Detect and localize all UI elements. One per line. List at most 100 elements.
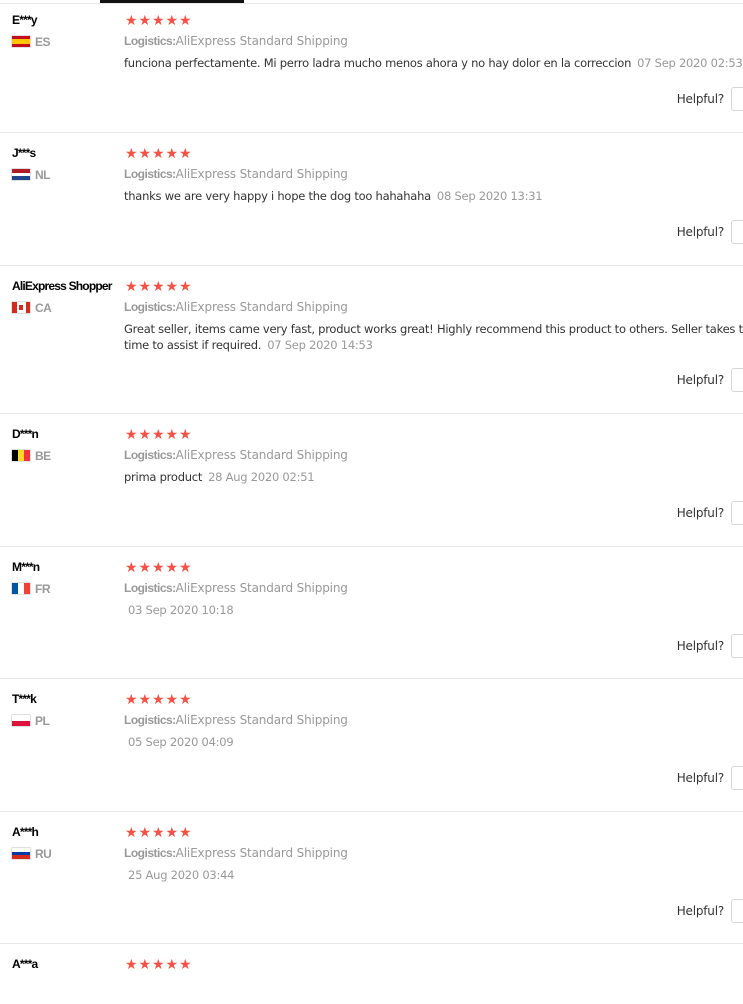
- star-rating: ★ ★ ★ ★ ★: [125, 426, 743, 444]
- star-icon: ★: [138, 279, 152, 295]
- reviewer-info: A***h RU: [12, 824, 127, 861]
- star-icon: ★: [165, 279, 179, 295]
- logistics-label: Logistics:: [124, 581, 176, 595]
- star-rating: ★ ★ ★ ★ ★: [125, 691, 743, 709]
- review-content: ★ ★ ★ ★ ★ Logistics:AliExpress Standard Shipp…: [124, 426, 743, 485]
- helpful-label: Helpful?: [676, 639, 724, 653]
- reviewer-name: A***a: [12, 957, 38, 971]
- reviewer-country: CA: [12, 300, 127, 315]
- review-date: 07 Sep 2020 14:53: [267, 338, 373, 352]
- helpful-label: Helpful?: [676, 373, 724, 387]
- helpful-yes-button[interactable]: [731, 899, 743, 923]
- helpful-section: Helpful?: [677, 634, 743, 658]
- star-icon: ★: [125, 13, 138, 29]
- helpful-yes-button[interactable]: [731, 766, 743, 790]
- star-rating: ★ ★ ★ ★ ★: [125, 559, 743, 577]
- star-icon: ★: [179, 279, 192, 295]
- review-date: 25 Aug 2020 03:44: [128, 868, 235, 882]
- star-icon: ★: [179, 13, 192, 29]
- country-flag-icon: [12, 302, 30, 313]
- country-flag-icon: [12, 715, 30, 726]
- country-code: ES: [35, 34, 51, 49]
- review-content: ★ ★ ★ ★ ★ Logistics:AliExpress Standard Shipp…: [124, 824, 743, 883]
- country-flag-icon: [12, 583, 30, 594]
- helpful-yes-button[interactable]: [731, 368, 743, 392]
- star-icon: ★: [138, 146, 152, 162]
- country-flag-icon: [12, 169, 30, 180]
- star-icon: ★: [138, 692, 152, 708]
- star-icon: ★: [125, 825, 138, 841]
- review-content: ★ ★ ★ ★ ★ Logistics:AliExpress Standard Shipp…: [124, 278, 743, 353]
- helpful-section: Helpful?: [677, 766, 743, 790]
- country-code: PL: [35, 713, 50, 728]
- helpful-label: Helpful?: [676, 506, 724, 520]
- helpful-section: Helpful?: [677, 87, 743, 111]
- country-code: BE: [35, 448, 51, 463]
- review-item: A***h RU ★ ★ ★ ★ ★ Logistics:AliExpress Standar…: [0, 812, 743, 944]
- reviewer-name: M***n: [12, 560, 40, 574]
- logistics-value: AliExpress Standard Shipping: [175, 34, 348, 48]
- logistics-label: Logistics:: [124, 167, 176, 181]
- star-rating: ★ ★ ★ ★ ★: [125, 278, 743, 296]
- helpful-yes-button[interactable]: [731, 634, 743, 658]
- logistics-label: Logistics:: [124, 713, 176, 727]
- reviewer-country: NL: [12, 168, 127, 182]
- star-icon: ★: [152, 825, 165, 841]
- review-text: Great seller, items came very fast, prod…: [124, 321, 743, 353]
- review-content: ★ ★ ★ ★ ★ Logistics:AliExpress Standard Shipp…: [124, 145, 743, 204]
- star-icon: ★: [152, 957, 165, 973]
- maple-leaf-icon: [19, 305, 23, 310]
- star-icon: ★: [125, 560, 138, 576]
- review-text: thanks we are very happy i hope the dog …: [124, 188, 743, 204]
- review-list: E***y ES ★ ★ ★ ★ ★ Logistics:AliExpress Standar…: [0, 0, 743, 1004]
- review-item: T***k PL ★ ★ ★ ★ ★ Logistics:AliExpress Standar…: [0, 679, 743, 812]
- helpful-section: Helpful?: [677, 899, 743, 923]
- reviewer-name: E***y: [12, 13, 38, 27]
- reviewer-country: FR: [12, 582, 127, 596]
- review-feedback: Great seller, items came very fast, prod…: [124, 322, 743, 352]
- star-icon: ★: [125, 692, 138, 708]
- reviewer-country: RU: [12, 847, 127, 861]
- review-feedback: prima product: [124, 470, 203, 484]
- logistics-value: AliExpress Standard Shipping: [175, 581, 348, 595]
- review-text: prima product 28 Aug 2020 02:51: [124, 469, 743, 485]
- reviewer-info: D***n BE: [12, 426, 127, 463]
- star-rating: ★ ★ ★ ★ ★: [125, 12, 743, 30]
- star-icon: ★: [138, 13, 152, 29]
- helpful-yes-button[interactable]: [731, 501, 743, 525]
- review-date: 05 Sep 2020 04:09: [128, 735, 234, 749]
- reviewer-info: E***y ES: [12, 12, 127, 49]
- reviewer-info: A***a: [12, 956, 127, 972]
- flag-band: [12, 855, 30, 859]
- reviewer-name: A***h: [12, 825, 39, 839]
- star-icon: ★: [165, 560, 179, 576]
- reviewer-info: AliExpress Shopper CA: [12, 278, 127, 315]
- review-date: 03 Sep 2020 10:18: [128, 603, 234, 617]
- logistics-value: AliExpress Standard Shipping: [175, 300, 348, 314]
- logistics-value: AliExpress Standard Shipping: [175, 448, 348, 462]
- star-icon: ★: [152, 279, 165, 295]
- logistics-info: Logistics:AliExpress Standard Shipping: [124, 33, 743, 49]
- flag-band: [24, 583, 30, 594]
- star-icon: ★: [152, 692, 165, 708]
- star-rating: ★ ★ ★ ★ ★: [125, 824, 743, 842]
- logistics-info: Logistics:AliExpress Standard Shipping: [124, 166, 743, 182]
- star-icon: ★: [152, 427, 165, 443]
- star-icon: ★: [165, 957, 179, 973]
- country-flag-icon: [12, 450, 30, 461]
- helpful-yes-button[interactable]: [731, 220, 743, 244]
- logistics-value: AliExpress Standard Shipping: [175, 713, 348, 727]
- star-rating: ★ ★ ★ ★ ★: [125, 956, 743, 974]
- star-icon: ★: [125, 279, 138, 295]
- review-text: 03 Sep 2020 10:18: [124, 602, 743, 618]
- helpful-yes-button[interactable]: [731, 87, 743, 111]
- review-date: 08 Sep 2020 13:31: [436, 189, 543, 203]
- review-text: funciona perfectamente. Mi perro ladra m…: [124, 55, 743, 71]
- review-item: M***n FR ★ ★ ★ ★ ★ Logistics:AliExpress Standar…: [0, 547, 743, 679]
- logistics-value: AliExpress Standard Shipping: [175, 167, 348, 181]
- reviewer-info: T***k PL: [12, 691, 127, 728]
- country-code: CA: [35, 300, 52, 315]
- helpful-section: Helpful?: [677, 368, 743, 392]
- logistics-label: Logistics:: [124, 300, 176, 314]
- star-rating: ★ ★ ★ ★ ★: [125, 145, 743, 163]
